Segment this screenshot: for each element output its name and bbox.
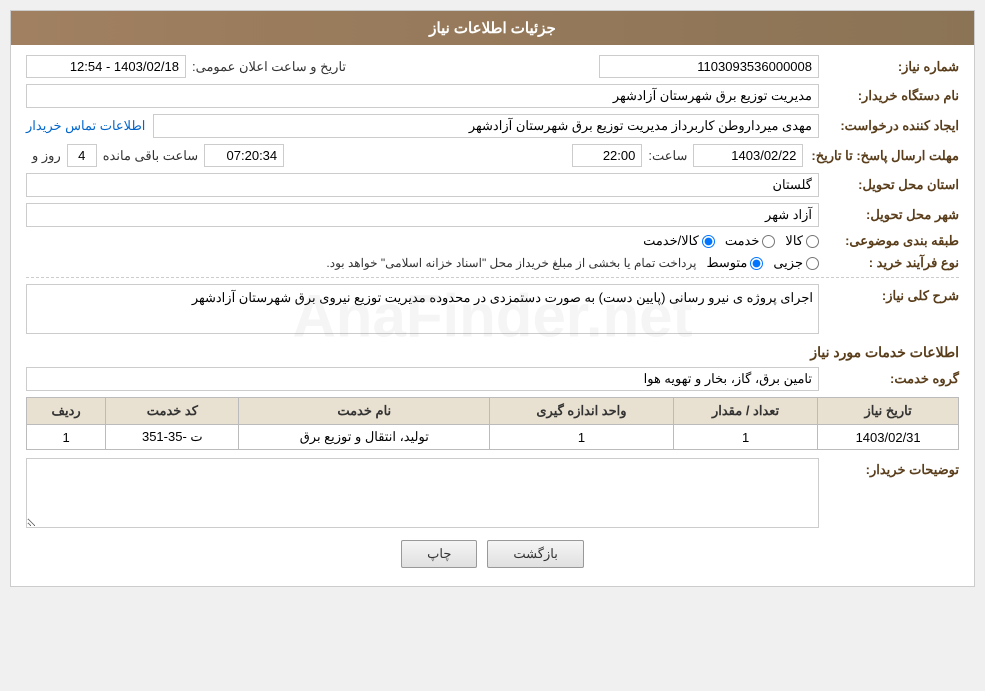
purchase-type-options: جزیی متوسط پرداخت تمام یا بخشی از مبلغ خ… — [326, 255, 819, 271]
content-area: AnaFinder.net شماره نیاز: 11030935360000… — [11, 45, 974, 586]
delivery-city-value: آزاد شهر — [26, 203, 819, 227]
col-unit: واحد اندازه گیری — [490, 398, 674, 425]
col-service-name: نام خدمت — [239, 398, 490, 425]
separator1 — [26, 277, 959, 278]
buyer-description-row: توضیحات خریدار: — [26, 458, 959, 528]
response-days-label: روز و — [32, 148, 61, 164]
response-deadline-row: مهلت ارسال پاسخ: تا تاریخ: 1403/02/22 سا… — [26, 144, 959, 167]
col-service-code: کد خدمت — [106, 398, 239, 425]
cell-row-num: 1 — [27, 425, 106, 450]
back-button[interactable]: بازگشت — [487, 540, 583, 568]
delivery-city-label: شهر محل تحویل: — [819, 207, 959, 223]
purchase-type-label: نوع فرآیند خرید : — [819, 255, 959, 271]
col-need-date: تاریخ نیاز — [818, 398, 959, 425]
purchase-radio-motavasset[interactable] — [750, 257, 763, 270]
purchase-motavasset[interactable]: متوسط — [706, 255, 763, 271]
cell-service-name: تولید، انتقال و توزیع برق — [239, 425, 490, 450]
need-description-label: شرح کلی نیاز: — [819, 284, 959, 304]
page-title: جزئیات اطلاعات نیاز — [429, 20, 556, 37]
category-radio-khedmat[interactable] — [762, 235, 775, 248]
category-khedmat-label: خدمت — [725, 233, 760, 249]
response-time: 22:00 — [572, 144, 642, 167]
category-option-khedmat[interactable]: خدمت — [725, 233, 776, 249]
delivery-province-row: استان محل تحویل: گلستان — [26, 173, 959, 197]
category-radio-both[interactable] — [702, 235, 715, 248]
announcement-value: 1403/02/18 - 12:54 — [26, 55, 186, 78]
cell-need-date: 1403/02/31 — [818, 425, 959, 450]
service-group-label: گروه خدمت: — [819, 371, 959, 387]
contact-link[interactable]: اطلاعات تماس خریدار — [26, 118, 145, 134]
buyer-org-value: مدیریت توزیع برق شهرستان آزادشهر — [26, 84, 819, 108]
need-number-value: 1103093536000008 — [599, 55, 819, 78]
purchase-type-row: نوع فرآیند خرید : جزیی متوسط پرداخت تمام… — [26, 255, 959, 271]
delivery-city-row: شهر محل تحویل: آزاد شهر — [26, 203, 959, 227]
service-group-row: گروه خدمت: تامین برق، گاز، بخار و تهویه … — [26, 367, 959, 391]
need-description-value: اجرای پروژه ی نیرو رسانی (پایین دست) به … — [26, 284, 819, 334]
purchase-note: پرداخت تمام یا بخشی از مبلغ خریداز محل "… — [326, 256, 696, 270]
response-days: 4 — [67, 144, 97, 167]
category-radio-group: کالا خدمت کالا/خدمت — [643, 233, 819, 249]
category-row: طبقه بندی موضوعی: کالا خدمت کالا/خدمت — [26, 233, 959, 249]
delivery-province-value: گلستان — [26, 173, 819, 197]
service-group-value: تامین برق، گاز، بخار و تهویه هوا — [26, 367, 819, 391]
cell-unit: 1 — [490, 425, 674, 450]
creator-value: مهدی میرداروطن کاربرداز مدیریت توزیع برق… — [153, 114, 819, 138]
buyer-description-label: توضیحات خریدار: — [819, 458, 959, 478]
category-option-kala[interactable]: کالا — [785, 233, 819, 249]
response-date: 1403/02/22 — [693, 144, 803, 167]
col-row-num: ردیف — [27, 398, 106, 425]
page-header: جزئیات اطلاعات نیاز — [11, 11, 974, 45]
print-button[interactable]: چاپ — [401, 540, 477, 568]
buyer-org-row: نام دستگاه خریدار: مدیریت توزیع برق شهرس… — [26, 84, 959, 108]
bottom-buttons: بازگشت چاپ — [26, 540, 959, 568]
response-remaining-label: ساعت باقی مانده — [103, 148, 198, 164]
purchase-motavasset-label: متوسط — [706, 255, 747, 271]
response-deadline-label: مهلت ارسال پاسخ: تا تاریخ: — [803, 148, 959, 164]
table-row: 1403/02/31 1 1 تولید، انتقال و توزیع برق… — [27, 425, 959, 450]
purchase-jozi[interactable]: جزیی — [773, 255, 819, 271]
category-radio-kala[interactable] — [806, 235, 819, 248]
announcement-label: تاریخ و ساعت اعلان عمومی: — [192, 59, 346, 75]
col-quantity: تعداد / مقدار — [673, 398, 817, 425]
purchase-radio-jozi[interactable] — [806, 257, 819, 270]
delivery-province-label: استان محل تحویل: — [819, 177, 959, 193]
creator-label: ایجاد کننده درخواست: — [819, 118, 959, 134]
response-remaining: 07:20:34 — [204, 144, 284, 167]
category-both-label: کالا/خدمت — [643, 233, 699, 249]
creator-row: ایجاد کننده درخواست: مهدی میرداروطن کارب… — [26, 114, 959, 138]
cell-service-code: ت -35-351 — [106, 425, 239, 450]
services-section-title: اطلاعات خدمات مورد نیاز — [26, 344, 959, 361]
category-kala-label: کالا — [785, 233, 803, 249]
table-header-row: تاریخ نیاز تعداد / مقدار واحد اندازه گیر… — [27, 398, 959, 425]
page-wrapper: جزئیات اطلاعات نیاز AnaFinder.net شماره … — [0, 0, 985, 691]
services-table: تاریخ نیاز تعداد / مقدار واحد اندازه گیر… — [26, 397, 959, 450]
response-time-label: ساعت: — [648, 148, 687, 164]
need-number-label: شماره نیاز: — [819, 59, 959, 75]
category-option-both[interactable]: کالا/خدمت — [643, 233, 715, 249]
need-number-row: شماره نیاز: 1103093536000008 تاریخ و ساع… — [26, 55, 959, 78]
need-description-row: شرح کلی نیاز: اجرای پروژه ی نیرو رسانی (… — [26, 284, 959, 334]
category-label: طبقه بندی موضوعی: — [819, 233, 959, 249]
cell-quantity: 1 — [673, 425, 817, 450]
main-container: جزئیات اطلاعات نیاز AnaFinder.net شماره … — [10, 10, 975, 587]
purchase-jozi-label: جزیی — [773, 255, 803, 271]
buyer-description-textarea[interactable] — [26, 458, 819, 528]
buyer-org-label: نام دستگاه خریدار: — [819, 88, 959, 104]
